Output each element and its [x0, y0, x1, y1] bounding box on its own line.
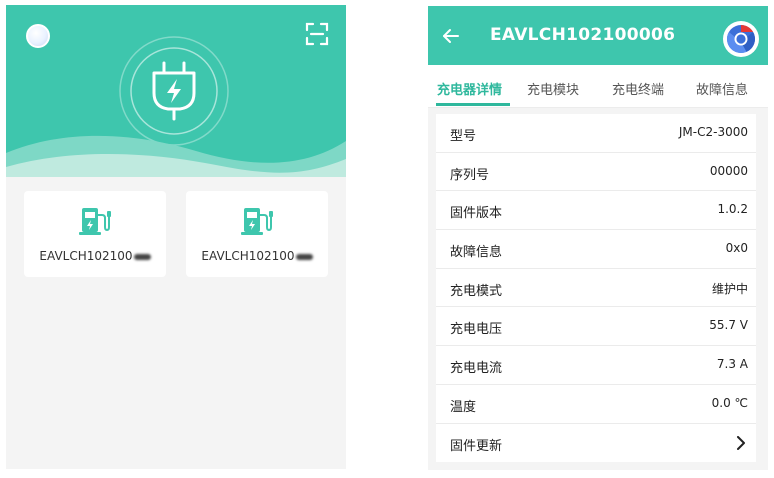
row-label: 充电电流 — [450, 361, 503, 377]
row-value: 55.7 V — [709, 318, 748, 333]
app-logo-icon[interactable] — [722, 20, 760, 58]
tab-bar: 充电器详情 充电模块 充电终端 故障信息 — [428, 65, 768, 108]
row-label: 序列号 — [450, 167, 490, 183]
device-card[interactable]: EAVLCH102100 — [186, 191, 328, 277]
device-card[interactable]: EAVLCH102100 — [24, 191, 166, 277]
charging-station-icon — [241, 208, 273, 235]
charger-detail-screen: EAVLCH102100006 充电器详情 充电模块 充电终端 故障信息 型号 … — [428, 6, 768, 470]
list-item: 序列号 00000 — [436, 153, 756, 192]
active-tab-indicator — [436, 103, 510, 106]
tab-charger-details[interactable]: 充电器详情 — [437, 79, 502, 98]
row-label: 固件更新 — [450, 438, 503, 454]
header-wave — [6, 135, 346, 183]
row-label: 充电电压 — [450, 322, 503, 338]
row-label: 充电模式 — [450, 283, 503, 299]
list-item: 温度 0.0 ℃ — [436, 385, 756, 424]
app-bar: EAVLCH102100006 — [428, 6, 768, 65]
row-value: JM-C2-3000 — [678, 125, 748, 139]
device-name: EAVLCH102100 — [24, 249, 166, 263]
back-arrow-icon[interactable] — [442, 27, 460, 45]
tab-charging-terminals[interactable]: 充电终端 — [612, 79, 664, 98]
tab-fault-info[interactable]: 故障信息 — [696, 79, 748, 98]
row-value: 7.3 A — [716, 357, 748, 372]
firmware-update-row[interactable]: 固件更新 — [436, 424, 756, 463]
page-title: EAVLCH102100006 — [490, 25, 676, 45]
tab-charging-modules[interactable]: 充电模块 — [527, 79, 579, 98]
row-label: 固件版本 — [450, 206, 503, 222]
row-label: 温度 — [450, 399, 477, 415]
device-list-screen: EAVLCH102100 EAVLCH102100 — [6, 5, 346, 469]
row-value: 0.0 ℃ — [711, 395, 748, 410]
list-item: 充电电流 7.3 A — [436, 346, 756, 385]
hero-header — [6, 5, 346, 183]
device-cards: EAVLCH102100 EAVLCH102100 — [24, 191, 330, 277]
device-name: EAVLCH102100 — [186, 249, 328, 263]
charging-station-icon — [79, 208, 111, 235]
detail-list: 型号 JM-C2-3000 序列号 00000 固件版本 1.0.2 故障信息 … — [436, 114, 756, 462]
row-label: 型号 — [450, 129, 477, 144]
chevron-right-icon — [737, 435, 745, 450]
row-value: 1.0.2 — [717, 202, 748, 217]
scan-icon[interactable] — [305, 22, 329, 46]
list-item: 充电电压 55.7 V — [436, 307, 756, 347]
list-item: 故障信息 0x0 — [436, 230, 756, 269]
row-label: 故障信息 — [450, 245, 503, 261]
row-value: 维护中 — [711, 281, 748, 296]
list-item: 充电模式 维护中 — [436, 269, 756, 308]
row-value: 00000 — [709, 163, 748, 178]
list-item: 固件版本 1.0.2 — [436, 191, 756, 231]
row-value: 0x0 — [725, 241, 748, 256]
avatar[interactable] — [26, 24, 50, 48]
list-item: 型号 JM-C2-3000 — [436, 114, 756, 153]
